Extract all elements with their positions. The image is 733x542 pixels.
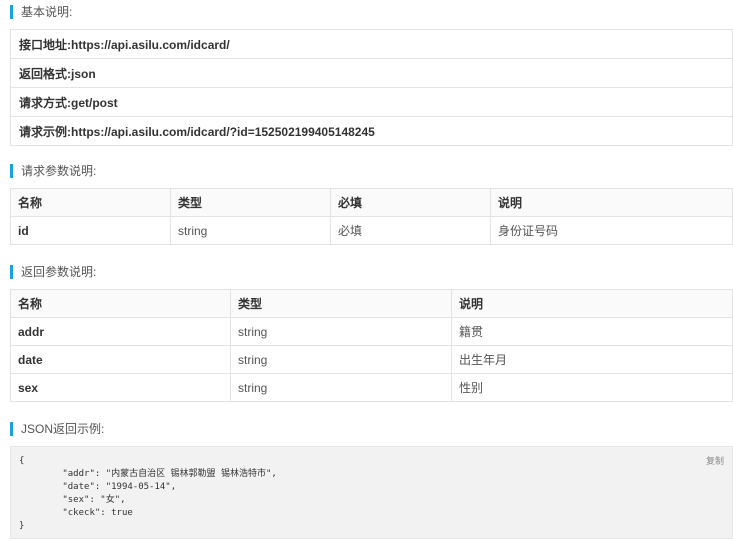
table-row: sex string 性别 [10,373,733,402]
table-row: 接口地址:https://api.asilu.com/idcard/ [10,29,733,59]
param-desc-cell: 身份证号码 [490,216,733,245]
basic-info-table: 接口地址:https://api.asilu.com/idcard/ 返回格式:… [10,29,733,146]
api-url-label: 接口地址: [19,37,71,52]
column-header-name: 名称 [10,289,231,318]
param-type-cell: string [170,216,331,245]
return-format-value: json [71,66,96,81]
param-type-cell: string [230,345,452,374]
json-code-text: { "addr": "内蒙古自治区 锡林郭勒盟 锡林浩特市", "date": … [19,456,277,531]
column-header-type: 类型 [170,188,331,217]
column-header-name: 名称 [10,188,171,217]
request-params-table: 名称 类型 必填 说明 id string 必填 身份证号码 [10,188,733,245]
param-desc-cell: 性别 [451,373,733,402]
param-type-cell: string [230,317,452,346]
request-method-label: 请求方式: [19,95,71,110]
request-method-cell: 请求方式:get/post [10,87,733,117]
request-example-value[interactable]: https://api.asilu.com/idcard/?id=1525021… [71,125,375,139]
response-params-table: 名称 类型 说明 addr string 籍贯 date string 出生年月… [10,289,733,402]
param-name-cell: date [10,345,231,374]
api-url-value[interactable]: https://api.asilu.com/idcard/ [71,38,230,52]
column-header-desc: 说明 [451,289,733,318]
request-example-cell: 请求示例:https://api.asilu.com/idcard/?id=15… [10,116,733,146]
param-desc-cell: 出生年月 [451,345,733,374]
table-row: addr string 籍贯 [10,317,733,346]
column-header-required: 必填 [330,188,491,217]
json-example-title: JSON返回示例: [10,422,104,436]
request-method-value: get/post [71,95,118,110]
request-example-label: 请求示例: [19,124,71,139]
table-row: 返回格式:json [10,58,733,88]
param-name-cell: id [10,216,171,245]
table-header-row: 名称 类型 说明 [10,289,733,318]
column-header-type: 类型 [230,289,452,318]
api-url-cell: 接口地址:https://api.asilu.com/idcard/ [10,29,733,59]
response-params-title: 返回参数说明: [10,265,96,279]
copy-button[interactable]: 复制 [706,454,724,467]
table-row: id string 必填 身份证号码 [10,216,733,245]
param-name-cell: addr [10,317,231,346]
table-row: date string 出生年月 [10,345,733,374]
param-required-cell: 必填 [330,216,491,245]
column-header-desc: 说明 [490,188,733,217]
return-format-cell: 返回格式:json [10,58,733,88]
basic-section-title: 基本说明: [10,5,72,19]
return-format-label: 返回格式: [19,66,71,81]
param-name-cell: sex [10,373,231,402]
request-params-title: 请求参数说明: [10,164,96,178]
json-code-block: 复制 { "addr": "内蒙古自治区 锡林郭勒盟 锡林浩特市", "date… [10,446,733,539]
table-row: 请求示例:https://api.asilu.com/idcard/?id=15… [10,116,733,146]
param-desc-cell: 籍贯 [451,317,733,346]
table-row: 请求方式:get/post [10,87,733,117]
table-header-row: 名称 类型 必填 说明 [10,188,733,217]
param-type-cell: string [230,373,452,402]
